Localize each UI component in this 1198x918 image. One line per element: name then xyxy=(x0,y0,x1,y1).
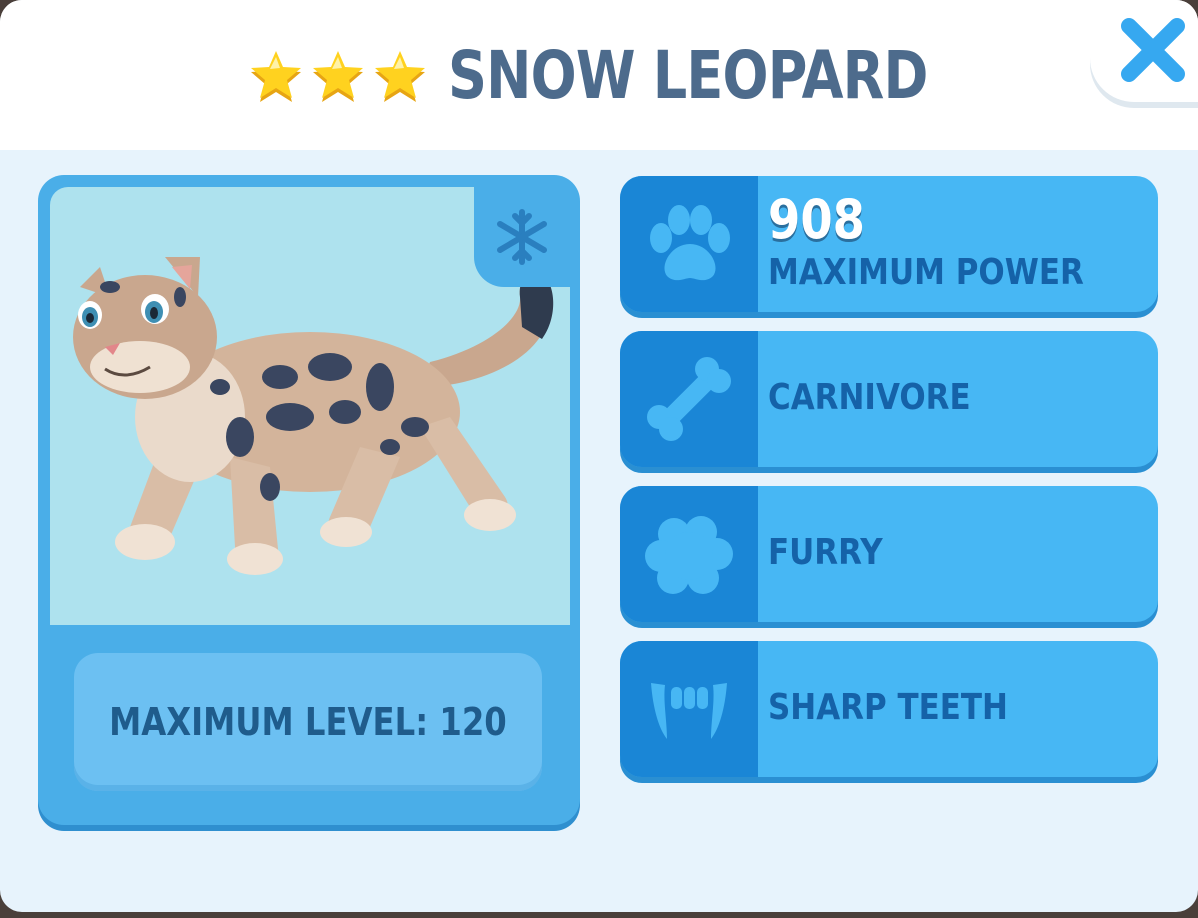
title-row: SNOW LEOPARD xyxy=(0,30,1198,120)
close-button[interactable] xyxy=(1090,0,1198,102)
max-level-text: MAXIMUM LEVEL: 120 xyxy=(109,700,507,744)
stat-max-power: 908 MAXIMUM POWER xyxy=(620,176,1158,312)
animal-card: MAXIMUM LEVEL: 120 xyxy=(38,175,580,825)
star-icon xyxy=(374,51,425,102)
animal-info-dialog: SNOW LEOPARD MAXIMUM LEVEL: 120 908 MAXI… xyxy=(0,0,1198,912)
stat-label: MAXIMUM POWER xyxy=(768,252,1084,293)
stat-icon-cell xyxy=(620,641,758,777)
stat-icon-cell xyxy=(620,486,758,622)
stat-label: SHARP TEETH xyxy=(768,687,1008,728)
stat-value: 908 xyxy=(768,188,865,251)
star-icon xyxy=(250,51,301,102)
dialog-header: SNOW LEOPARD xyxy=(0,0,1198,150)
stat-diet: CARNIVORE xyxy=(620,331,1158,467)
fur-icon xyxy=(645,516,733,594)
stat-teeth: SHARP TEETH xyxy=(620,641,1158,777)
paw-icon xyxy=(650,205,730,281)
animal-portrait xyxy=(50,187,570,625)
stat-icon-cell xyxy=(620,176,758,312)
stat-coat: FURRY xyxy=(620,486,1158,622)
rarity-stars xyxy=(246,45,430,105)
animal-name-title: SNOW LEOPARD xyxy=(447,36,928,114)
stat-label: CARNIVORE xyxy=(768,377,971,418)
bottom-edge xyxy=(0,912,1198,918)
max-level-box: MAXIMUM LEVEL: 120 xyxy=(74,653,542,791)
close-icon xyxy=(1121,18,1185,82)
star-icon xyxy=(312,51,363,102)
stat-icon-cell xyxy=(620,331,758,467)
snowflake-icon xyxy=(497,209,547,265)
bone-icon xyxy=(647,357,731,441)
fangs-icon xyxy=(651,683,727,739)
biome-badge xyxy=(474,187,570,287)
stat-label: FURRY xyxy=(768,532,883,573)
